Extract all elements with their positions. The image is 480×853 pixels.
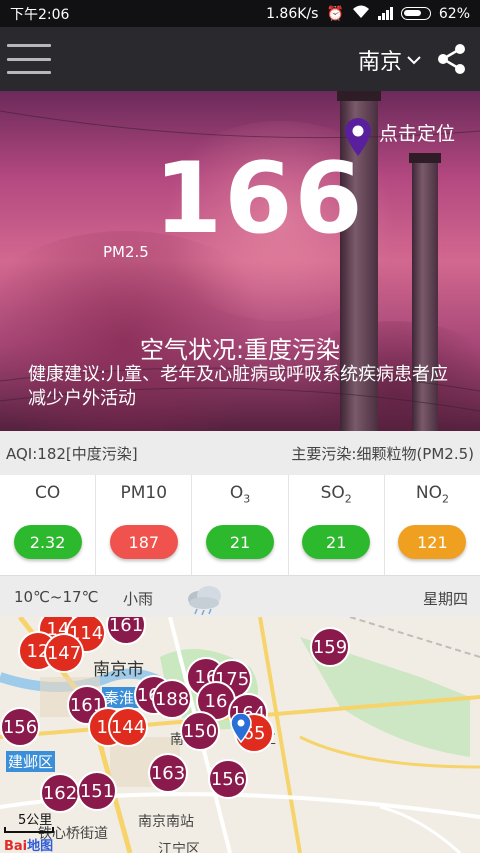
health-advice: 健康建议:儿童、老年及心脏病或呼吸系统疾病患者应减少户外活动 xyxy=(28,364,449,409)
map-label-jiangning: 江宁区 xyxy=(158,842,200,853)
pollutant-co[interactable]: CO 2.32 xyxy=(0,475,97,575)
temperature-range: 10℃~17℃ xyxy=(14,588,99,606)
current-location-icon xyxy=(230,713,252,743)
pollutant-name: CO xyxy=(34,483,61,503)
air-status: 空气状况:重度污染 xyxy=(139,336,341,364)
pollutant-value-pill: 187 xyxy=(109,525,178,559)
pollutant-sub: 2 xyxy=(441,492,449,506)
location-pin-icon xyxy=(345,118,371,156)
pollutant-grid: CO 2.32 PM10 187 O3 21 SO2 21 NO2 121 xyxy=(0,475,480,575)
menu-icon[interactable] xyxy=(7,41,51,77)
network-speed: 1.86K/s xyxy=(266,5,319,22)
pollutant-sub: 2 xyxy=(344,492,352,506)
pollution-map[interactable]: 南京市 秦淮区 建邺区 南 工 南京南站 铁心桥街道 江宁区 14 114 16… xyxy=(0,617,480,853)
aqi-marker[interactable]: 188 xyxy=(152,679,192,719)
map-label-nanjing-south: 南京南站 xyxy=(138,814,194,830)
chevron-down-icon xyxy=(407,56,421,65)
main-pollutant: 主要污染:细颗粒物(PM2.5) xyxy=(291,444,474,463)
baidu-logo: Bai地图 xyxy=(4,835,53,853)
pollutant-name: O xyxy=(229,483,244,503)
weekday: 星期四 xyxy=(422,590,468,608)
pollutant-name: NO xyxy=(415,483,442,503)
alarm-icon: ⏰ xyxy=(326,5,344,22)
pollutant-value-pill: 121 xyxy=(398,525,467,559)
aqi-value: 166 xyxy=(154,142,365,256)
pollutant-sub: 3 xyxy=(243,492,251,506)
map-label-city: 南京市 xyxy=(93,660,144,680)
baidu-map-text: 地图 xyxy=(27,839,54,853)
pollutant-name: PM10 xyxy=(120,483,168,503)
aqi-marker[interactable]: 163 xyxy=(148,753,188,793)
pollutant-pm10[interactable]: PM10 187 xyxy=(96,475,193,575)
aqi-summary-row: AQI:182[中度污染] 主要污染:细颗粒物(PM2.5) xyxy=(0,431,480,475)
aqi-marker[interactable]: 156 xyxy=(208,759,248,799)
rain-cloud-icon xyxy=(188,586,221,615)
pollutant-no2[interactable]: NO2 121 xyxy=(385,475,480,575)
map-scale: 5公里 xyxy=(18,813,53,828)
locate-button[interactable]: 点击定位 xyxy=(343,117,455,157)
aqi-summary: AQI:182[中度污染] xyxy=(6,444,138,463)
status-bar: 下午2:06 1.86K/s ⏰ 62% xyxy=(0,0,480,27)
status-time: 下午2:06 xyxy=(10,6,70,23)
pollutant-label: PM2.5 xyxy=(103,243,149,261)
weather-condition: 小雨 xyxy=(123,590,154,608)
aqi-marker[interactable]: 162 xyxy=(40,773,80,813)
locate-label: 点击定位 xyxy=(379,123,456,145)
app-bar: 南京 xyxy=(0,27,480,91)
weather-row: 10℃~17℃ 小雨 星期四 xyxy=(0,575,480,617)
battery-level: 62% xyxy=(438,5,470,22)
city-selector[interactable]: 南京 xyxy=(358,44,422,76)
map-scale-bar xyxy=(4,827,54,833)
pollutant-name: SO xyxy=(320,483,345,503)
signal-icon xyxy=(377,7,393,20)
aqi-marker[interactable]: 144 xyxy=(108,707,148,747)
aqi-marker[interactable]: 151 xyxy=(77,771,117,811)
baidu-logo-text: Bai xyxy=(4,839,28,853)
pollutant-value-pill: 21 xyxy=(206,525,274,559)
city-name: 南京 xyxy=(357,50,402,75)
map-label-jianye: 建邺区 xyxy=(6,751,56,772)
wifi-icon xyxy=(352,5,370,23)
aqi-marker[interactable]: 150 xyxy=(180,711,220,751)
battery-icon xyxy=(400,7,431,20)
aqi-marker[interactable]: 147 xyxy=(44,633,84,673)
pollutant-so2[interactable]: SO2 21 xyxy=(289,475,385,575)
aqi-marker[interactable]: 156 xyxy=(0,707,40,747)
aqi-marker[interactable]: 159 xyxy=(310,627,350,667)
pollutant-o3[interactable]: O3 21 xyxy=(192,475,289,575)
pollutant-value-pill: 2.32 xyxy=(13,525,82,559)
share-icon[interactable] xyxy=(436,43,468,75)
pollutant-value-pill: 21 xyxy=(302,525,371,559)
